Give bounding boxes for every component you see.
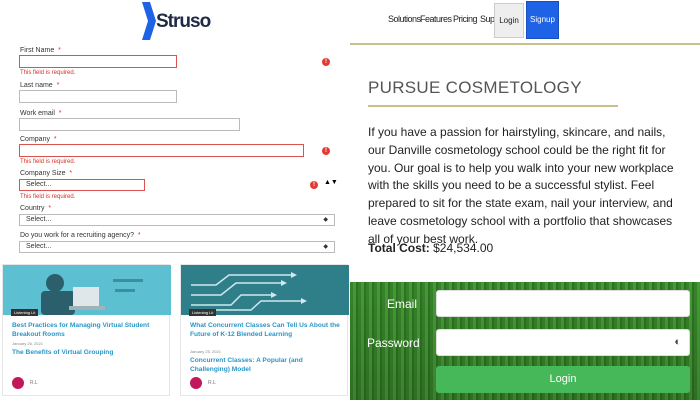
- country-select[interactable]: Select... ◆: [19, 214, 335, 226]
- cost-value: $24,534.00: [433, 241, 494, 255]
- blog-card[interactable]: Listening Lit Best Practices for Managin…: [2, 264, 171, 396]
- company-error: This field is required.: [20, 159, 76, 165]
- first-name-error: This field is required.: [20, 70, 76, 76]
- logo-chevron-icon: [142, 2, 156, 40]
- company-label: Company *: [20, 136, 57, 143]
- author-name: R.L: [208, 380, 216, 386]
- password-input[interactable]: ◐: [436, 329, 690, 356]
- email-label: Email: [387, 297, 418, 311]
- card-image: [3, 265, 171, 315]
- nav-pricing[interactable]: Pricing: [453, 14, 478, 24]
- login-button[interactable]: Login: [436, 366, 690, 393]
- card-title-secondary[interactable]: The Benefits of Virtual Grouping: [12, 349, 162, 358]
- author-avatar: [12, 377, 24, 389]
- total-cost: Total Cost: $24,534.00: [368, 241, 493, 255]
- first-name-label: First Name *: [20, 47, 61, 54]
- error-icon: !: [310, 181, 318, 189]
- error-icon: !: [322, 58, 330, 66]
- program-description: If you have a passion for hairstyling, s…: [368, 125, 674, 246]
- arrows-illustration: [181, 265, 349, 315]
- card-title[interactable]: What Concurrent Classes Can Tell Us Abou…: [190, 322, 340, 339]
- recruiting-select[interactable]: Select... ◆: [19, 241, 335, 253]
- logo-text: Struso: [156, 11, 211, 32]
- signup-form-panel: Struso First Name * This field is requir…: [0, 0, 350, 400]
- page-title: PURSUE COSMETOLOGY: [368, 78, 582, 97]
- chevron-down-icon: ◆: [323, 217, 328, 223]
- blog-card[interactable]: Listening Lit What Concurrent Classes Ca…: [180, 264, 349, 396]
- company-size-select[interactable]: Select...: [19, 179, 145, 191]
- header-divider: [350, 43, 700, 45]
- chevron-down-icon: ◆: [323, 244, 328, 250]
- card-tag: Listening Lit: [11, 309, 39, 316]
- title-underline: [368, 105, 618, 107]
- card-title[interactable]: Best Practices for Managing Virtual Stud…: [12, 322, 162, 339]
- author-name: R.L: [30, 380, 38, 386]
- recruiting-label: Do you work for a recruiting agency? *: [20, 232, 141, 239]
- cost-label: Total Cost:: [368, 241, 430, 255]
- email-input[interactable]: [436, 290, 690, 317]
- nav-solutions[interactable]: Solutions: [388, 14, 421, 24]
- first-name-input[interactable]: [19, 55, 177, 68]
- company-size-label: Company Size *: [20, 170, 73, 177]
- login-area: Email Password ◐ Login: [350, 282, 700, 400]
- student-laptop-illustration: [3, 265, 171, 315]
- top-nav: Solutions Features Pricing Support Login…: [388, 0, 692, 40]
- nav-features[interactable]: Features: [420, 14, 452, 24]
- card-date: January 26, 2021: [12, 341, 43, 346]
- card-image: [181, 265, 349, 315]
- card-title-secondary[interactable]: Concurrent Classes: A Popular (and Chall…: [190, 357, 340, 374]
- work-email-label: Work email *: [20, 110, 62, 117]
- password-label: Password: [367, 336, 420, 350]
- card-tag: Listening Lit: [189, 309, 217, 316]
- program-panel: Solutions Features Pricing Support Login…: [350, 0, 700, 400]
- work-email-input[interactable]: [19, 118, 240, 131]
- last-name-input[interactable]: [19, 90, 177, 103]
- last-name-label: Last name *: [20, 82, 60, 89]
- card-date: January 25, 2021: [190, 349, 221, 354]
- struso-logo: Struso: [140, 0, 211, 44]
- country-label: Country *: [20, 205, 52, 212]
- sort-arrows-icon: ▲▼: [324, 179, 338, 186]
- eye-toggle-icon[interactable]: ◐: [674, 336, 681, 348]
- company-input[interactable]: [19, 144, 304, 157]
- company-size-error: This field is required.: [20, 194, 76, 200]
- login-nav-button[interactable]: Login: [494, 3, 524, 38]
- error-icon: !: [322, 147, 330, 155]
- signup-nav-button[interactable]: Signup: [526, 1, 559, 39]
- author-avatar: [190, 377, 202, 389]
